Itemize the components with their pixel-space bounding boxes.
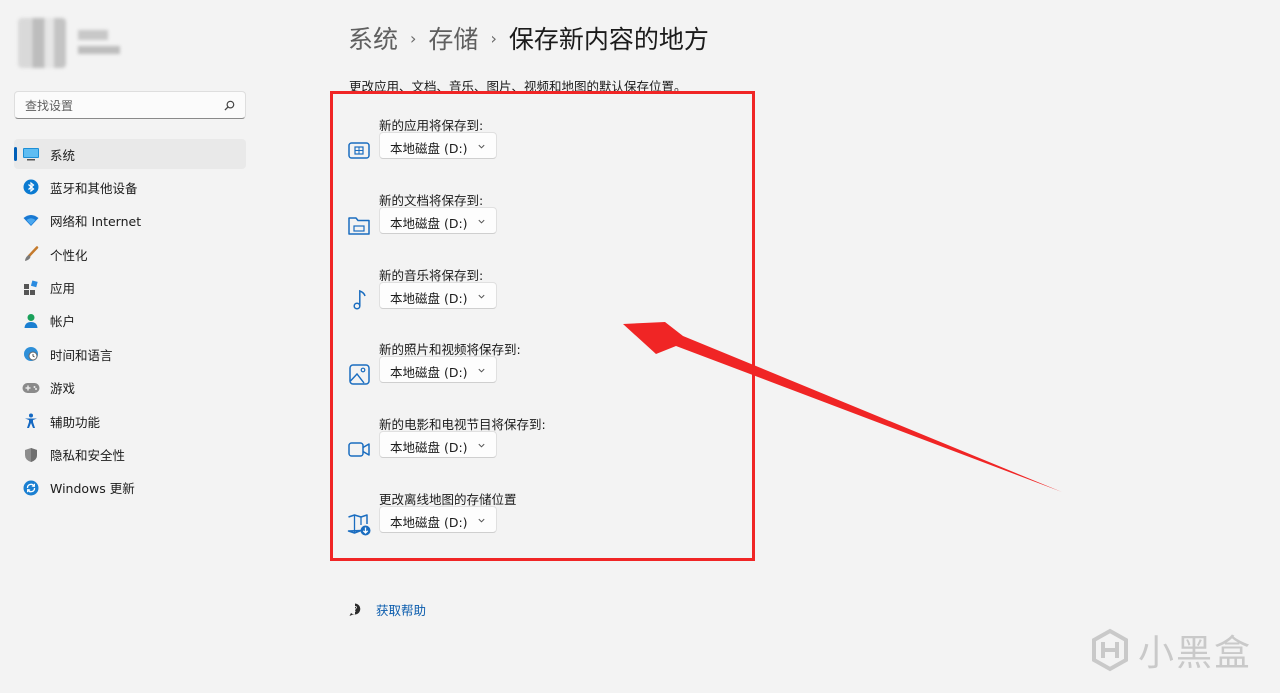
save-location-dropdown[interactable]: 本地磁盘 (D:) (379, 506, 497, 533)
dropdown-value: 本地磁盘 (D:) (390, 141, 468, 156)
settings-window: 系统 蓝牙和其他设备 网络和 Internet 个性化 (0, 0, 1280, 693)
chevron-down-icon (478, 219, 485, 224)
brush-icon (22, 245, 40, 263)
active-indicator (14, 147, 17, 161)
sidebar-item-label: Windows 更新 (50, 481, 135, 497)
dropdown-value: 本地磁盘 (D:) (390, 440, 468, 455)
sidebar-item-windows-update[interactable]: Windows 更新 (14, 473, 246, 503)
sidebar-item-bluetooth[interactable]: 蓝牙和其他设备 (14, 172, 246, 202)
dropdown-value: 本地磁盘 (D:) (390, 365, 468, 380)
sidebar-item-system[interactable]: 系统 (14, 139, 246, 169)
sidebar-item-gaming[interactable]: 游戏 (14, 373, 246, 403)
photo-icon (349, 364, 370, 385)
app-window-icon (348, 142, 370, 159)
shield-icon (22, 446, 40, 464)
chevron-down-icon (478, 294, 485, 299)
search-icon (224, 100, 235, 111)
sidebar-item-network[interactable]: 网络和 Internet (14, 206, 246, 236)
chevron-down-icon (478, 443, 485, 448)
update-icon (22, 479, 40, 497)
dropdown-value: 本地磁盘 (D:) (390, 216, 468, 231)
video-camera-icon (348, 442, 370, 457)
sidebar-item-label: 游戏 (50, 381, 76, 397)
breadcrumb-item-system[interactable]: 系统 (348, 20, 398, 56)
dropdown-value: 本地磁盘 (D:) (390, 291, 468, 306)
save-location-dropdown[interactable]: 本地磁盘 (D:) (379, 207, 497, 234)
sidebar-nav: 系统 蓝牙和其他设备 网络和 Internet 个性化 应用 帐户 时间和语言 … (14, 139, 246, 506)
search-box[interactable] (14, 91, 246, 119)
save-location-dropdown[interactable]: 本地磁盘 (D:) (379, 356, 497, 383)
system-icon (22, 145, 40, 163)
chevron-down-icon (478, 518, 485, 523)
chevron-right-icon: › (490, 28, 497, 48)
avatar[interactable] (18, 18, 66, 68)
sidebar-item-label: 应用 (50, 281, 76, 297)
account-icon (22, 312, 40, 330)
get-help-label: 获取帮助 (376, 603, 427, 618)
get-help-link[interactable]: ? 获取帮助 (348, 600, 426, 619)
chevron-down-icon (478, 144, 485, 149)
chevron-right-icon: › (410, 28, 417, 48)
breadcrumb-item-storage[interactable]: 存储 (428, 20, 478, 56)
sidebar-item-personalization[interactable]: 个性化 (14, 239, 246, 269)
folder-document-icon (348, 217, 370, 235)
globe-clock-icon (22, 345, 40, 363)
sidebar-item-apps[interactable]: 应用 (14, 273, 246, 303)
sidebar-item-label: 辅助功能 (50, 414, 101, 430)
map-download-icon (347, 514, 371, 536)
sidebar-item-label: 系统 (50, 147, 76, 163)
chevron-down-icon (478, 368, 485, 373)
apps-icon (22, 279, 40, 297)
search-input[interactable] (23, 96, 217, 116)
svg-text:?: ? (353, 605, 357, 614)
accessibility-icon (22, 412, 40, 430)
sidebar-item-accounts[interactable]: 帐户 (14, 306, 246, 336)
user-name-blurred (78, 30, 108, 40)
user-email-blurred (78, 46, 120, 54)
wifi-icon (22, 212, 40, 230)
sidebar: 系统 蓝牙和其他设备 网络和 Internet 个性化 (0, 0, 262, 693)
save-location-dropdown[interactable]: 本地磁盘 (D:) (379, 431, 497, 458)
sidebar-item-label: 个性化 (50, 247, 88, 263)
page-title: 保存新内容的地方 (508, 25, 709, 54)
page-description: 更改应用、文档、音乐、图片、视频和地图的默认保存位置。 (349, 79, 687, 94)
gamepad-icon (22, 379, 40, 397)
help-chat-icon: ? (349, 603, 361, 616)
music-note-icon (353, 289, 366, 310)
sidebar-item-time-language[interactable]: 时间和语言 (14, 339, 246, 369)
sidebar-item-label: 蓝牙和其他设备 (50, 180, 138, 196)
dropdown-value: 本地磁盘 (D:) (390, 515, 468, 530)
save-location-dropdown[interactable]: 本地磁盘 (D:) (379, 132, 497, 159)
bluetooth-icon (22, 178, 40, 196)
watermark-text: 小黑盒 (1138, 633, 1253, 674)
sidebar-item-label: 网络和 Internet (50, 214, 142, 230)
sidebar-item-label: 隐私和安全性 (50, 448, 126, 464)
sidebar-item-accessibility[interactable]: 辅助功能 (14, 406, 246, 436)
breadcrumb: 系统 › 存储 › 保存新内容的地方 (348, 18, 709, 58)
heybox-logo-icon (1092, 628, 1128, 672)
watermark: 小黑盒 (1088, 624, 1252, 676)
sidebar-item-privacy[interactable]: 隐私和安全性 (14, 440, 246, 470)
sidebar-item-label: 时间和语言 (50, 347, 113, 363)
sidebar-item-label: 帐户 (50, 314, 76, 330)
save-location-dropdown[interactable]: 本地磁盘 (D:) (379, 282, 497, 309)
